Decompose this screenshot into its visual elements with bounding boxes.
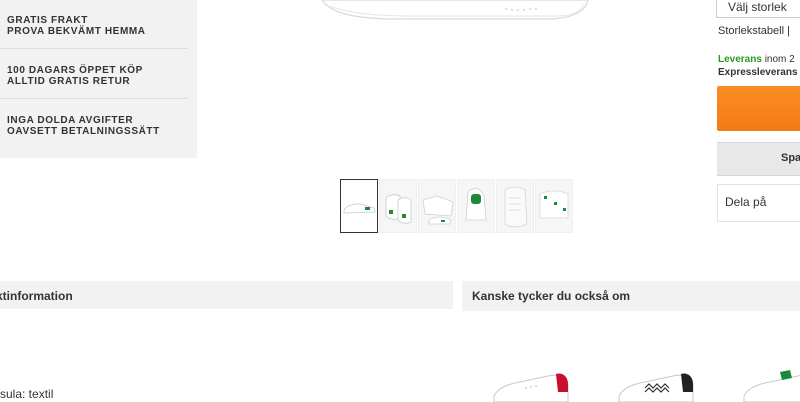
express-delivery-label: Expressleverans	[718, 67, 798, 78]
usp-line: ALLTID GRATIS RETUR	[7, 76, 131, 87]
share-label: Dela på	[725, 195, 767, 209]
recommended-product-2[interactable]	[615, 362, 695, 402]
delivery-text: inom 2	[761, 54, 795, 65]
sneaker-green-icon	[743, 370, 800, 402]
usp-line: OAVSETT BETALNINGSSÄTT	[7, 126, 160, 137]
material-line: sula: textil	[0, 387, 54, 401]
shoe-detail-icon	[539, 190, 569, 219]
usp-open-purchase: 100 DAGARS ÖPPET KÖP ALLTID GRATIS RETUR	[7, 65, 189, 87]
usp-line: GRATIS FRAKT	[7, 15, 88, 26]
product-info-title: ktinformation	[0, 289, 73, 303]
save-wishlist-label: Spa	[781, 152, 800, 164]
usp-line: PROVA BEKVÄMT HEMMA	[7, 26, 146, 37]
thumbnail-5[interactable]	[496, 179, 534, 233]
product-info-header[interactable]: ktinformation	[0, 281, 453, 309]
thumbnail-4[interactable]	[457, 179, 495, 233]
sneaker-zigzag-icon	[618, 373, 694, 402]
divider	[0, 48, 188, 49]
shoe-sole-icon	[504, 186, 528, 228]
usp-line: INGA DOLDA AVGIFTER	[7, 115, 134, 126]
shoe-pair-icon	[385, 194, 412, 224]
recommended-product-1[interactable]	[490, 362, 570, 402]
thumbnail-2[interactable]	[379, 179, 417, 233]
main-product-image[interactable]	[320, 0, 590, 26]
save-wishlist-button[interactable]: Spa	[717, 142, 800, 176]
size-select-label: Välj storlek	[728, 0, 787, 14]
shoe-side-icon	[343, 203, 376, 214]
recommendations-title: Kanske tycker du också om	[472, 289, 631, 303]
add-to-cart-button[interactable]	[717, 86, 800, 131]
sneaker-red-heel-icon	[493, 373, 569, 402]
share-box[interactable]: Dela på	[717, 184, 800, 222]
delivery-info: Leverans inom 2 Expressleverans	[718, 53, 798, 79]
size-table-link[interactable]: Storlekstabell |	[718, 25, 790, 37]
usp-free-shipping: GRATIS FRAKT PROVA BEKVÄMT HEMMA	[7, 15, 189, 37]
thumbnail-1[interactable]	[340, 179, 378, 233]
usp-no-fees: INGA DOLDA AVGIFTER OAVSETT BETALNINGSSÄ…	[7, 115, 189, 137]
usp-box: GRATIS FRAKT PROVA BEKVÄMT HEMMA 100 DAG…	[0, 0, 197, 158]
usp-line: 100 DAGARS ÖPPET KÖP	[7, 65, 143, 76]
divider	[0, 98, 188, 99]
shoe-top-icon	[422, 195, 454, 225]
thumbnail-3[interactable]	[418, 179, 456, 233]
recommended-product-3[interactable]	[740, 362, 800, 402]
recommendations-header: Kanske tycker du också om	[462, 281, 800, 311]
thumbnail-6[interactable]	[535, 179, 573, 233]
delivery-label: Leverans	[718, 54, 762, 65]
shoe-heel-icon	[465, 188, 487, 221]
size-select[interactable]: Välj storlek	[716, 0, 800, 18]
